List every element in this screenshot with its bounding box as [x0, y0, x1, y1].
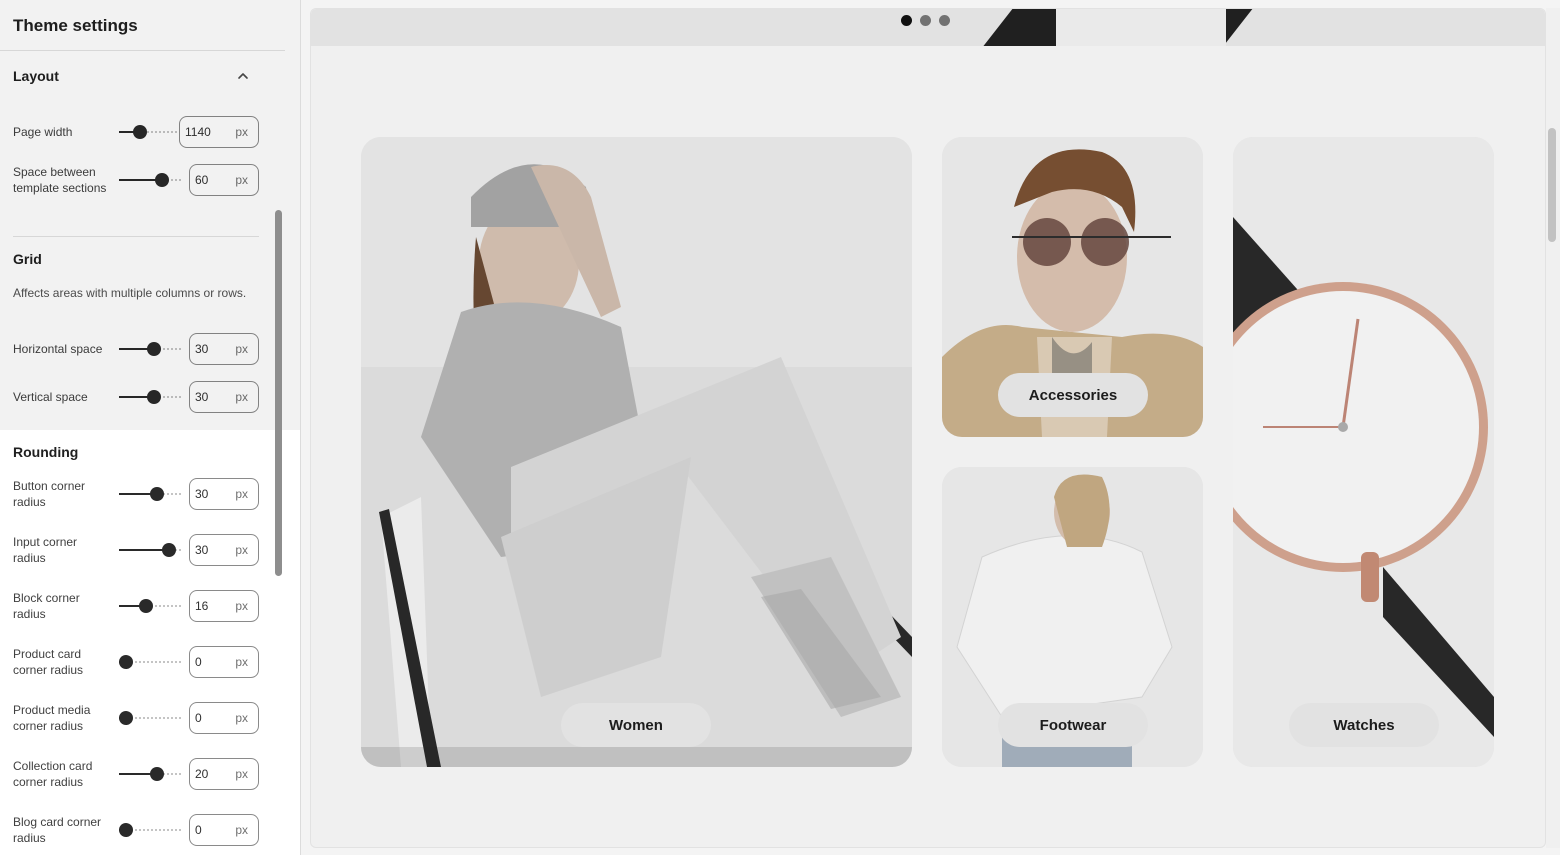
collection-card-footwear[interactable]: Footwear	[942, 467, 1203, 767]
collection-label-button[interactable]: Accessories	[998, 373, 1148, 417]
slider-handle[interactable]	[133, 125, 147, 139]
layout-section-heading[interactable]: Layout	[13, 68, 59, 84]
setting-label: Input corner radius	[13, 535, 78, 565]
banner-image-fragment	[1056, 9, 1226, 46]
range-slider[interactable]	[119, 599, 181, 613]
setting-label: Page width	[13, 125, 73, 139]
number-input[interactable]: 20 px	[189, 758, 259, 790]
number-input[interactable]: 16 px	[189, 590, 259, 622]
slider-handle[interactable]	[155, 173, 169, 187]
setting-label: Vertical space	[13, 390, 88, 404]
setting-horizontal-space: Horizontal space 30 px	[13, 333, 259, 365]
setting-label: Block corner radius	[13, 591, 80, 621]
number-input[interactable]: 1140 px	[179, 116, 259, 148]
range-slider[interactable]	[119, 390, 181, 404]
chevron-up-icon[interactable]	[236, 69, 250, 83]
store-preview: Women Accessories Footwear Watches	[310, 8, 1546, 848]
collection-card-accessories[interactable]: Accessories	[942, 137, 1203, 437]
setting-button-corner-radius: Button corner radius 30 px	[13, 478, 259, 510]
collection-label-button[interactable]: Footwear	[998, 703, 1148, 747]
slide-dot[interactable]	[901, 15, 912, 26]
slider-handle[interactable]	[119, 711, 133, 725]
slider-handle[interactable]	[150, 487, 164, 501]
slider-handle[interactable]	[162, 543, 176, 557]
preview-scrollbar-thumb[interactable]	[1548, 128, 1556, 242]
grid-section-heading: Grid	[13, 251, 42, 267]
setting-label: Space between template sections	[13, 165, 107, 195]
setting-label: Horizontal space	[13, 342, 103, 356]
setting-label: Blog card corner radius	[13, 815, 102, 845]
setting-input-corner-radius: Input corner radius 30 px	[13, 534, 259, 566]
setting-blog-card-corner-radius: Blog card corner radius 0 px	[13, 814, 259, 846]
watches-collection-image	[1233, 137, 1494, 767]
collection-card-women[interactable]: Women	[361, 137, 912, 767]
number-input[interactable]: 30 px	[189, 381, 259, 413]
women-collection-image	[361, 137, 912, 767]
slide-dot[interactable]	[920, 15, 931, 26]
slideshow-dots	[901, 15, 950, 26]
range-slider[interactable]	[119, 543, 181, 557]
collection-label-button[interactable]: Watches	[1289, 703, 1439, 747]
setting-product-card-corner-radius: Product card corner radius 0 px	[13, 646, 259, 678]
sidebar-title: Theme settings	[13, 16, 138, 35]
dim-overlay	[0, 0, 300, 430]
slider-handle[interactable]	[147, 390, 161, 404]
slider-handle[interactable]	[150, 767, 164, 781]
setting-vertical-space: Vertical space 30 px	[13, 381, 259, 413]
slider-handle[interactable]	[147, 342, 161, 356]
setting-label: Collection card corner radius	[13, 759, 93, 789]
number-input[interactable]: 0 px	[189, 646, 259, 678]
setting-product-media-corner-radius: Product media corner radius 0 px	[13, 702, 259, 734]
number-input[interactable]: 30 px	[189, 478, 259, 510]
collection-card-watches[interactable]: Watches	[1233, 137, 1494, 767]
range-slider[interactable]	[119, 487, 181, 501]
number-input[interactable]: 0 px	[189, 814, 259, 846]
range-slider[interactable]	[119, 125, 181, 139]
number-input[interactable]: 30 px	[189, 534, 259, 566]
setting-page-width: Page width 1140 px	[13, 116, 259, 148]
number-input[interactable]: 0 px	[189, 702, 259, 734]
setting-label: Product card corner radius	[13, 647, 84, 677]
sidebar-scrollbar[interactable]	[275, 210, 282, 576]
range-slider[interactable]	[119, 342, 181, 356]
setting-space-between-sections: Space between template sections 60 px	[13, 164, 259, 196]
range-slider[interactable]	[119, 711, 181, 725]
title-divider	[0, 50, 285, 51]
grid-description: Affects areas with multiple columns or r…	[13, 286, 247, 300]
slide-dot[interactable]	[939, 15, 950, 26]
theme-settings-sidebar: Theme settings Layout Page width 1140 px …	[0, 0, 301, 855]
range-slider[interactable]	[119, 823, 181, 837]
range-slider[interactable]	[119, 767, 181, 781]
collection-label-button[interactable]: Women	[561, 703, 711, 747]
slider-handle[interactable]	[139, 599, 153, 613]
number-input[interactable]: 60 px	[189, 164, 259, 196]
section-divider	[13, 236, 259, 237]
slider-handle[interactable]	[119, 823, 133, 837]
slider-handle[interactable]	[119, 655, 133, 669]
setting-collection-card-corner-radius: Collection card corner radius 20 px	[13, 758, 259, 790]
rounding-section-heading: Rounding	[13, 444, 79, 460]
setting-block-corner-radius: Block corner radius 16 px	[13, 590, 259, 622]
setting-label: Button corner radius	[13, 479, 86, 509]
slideshow-banner[interactable]	[311, 9, 1545, 46]
range-slider[interactable]	[119, 173, 181, 187]
number-input[interactable]: 30 px	[189, 333, 259, 365]
range-slider[interactable]	[119, 655, 181, 669]
setting-label: Product media corner radius	[13, 703, 91, 733]
